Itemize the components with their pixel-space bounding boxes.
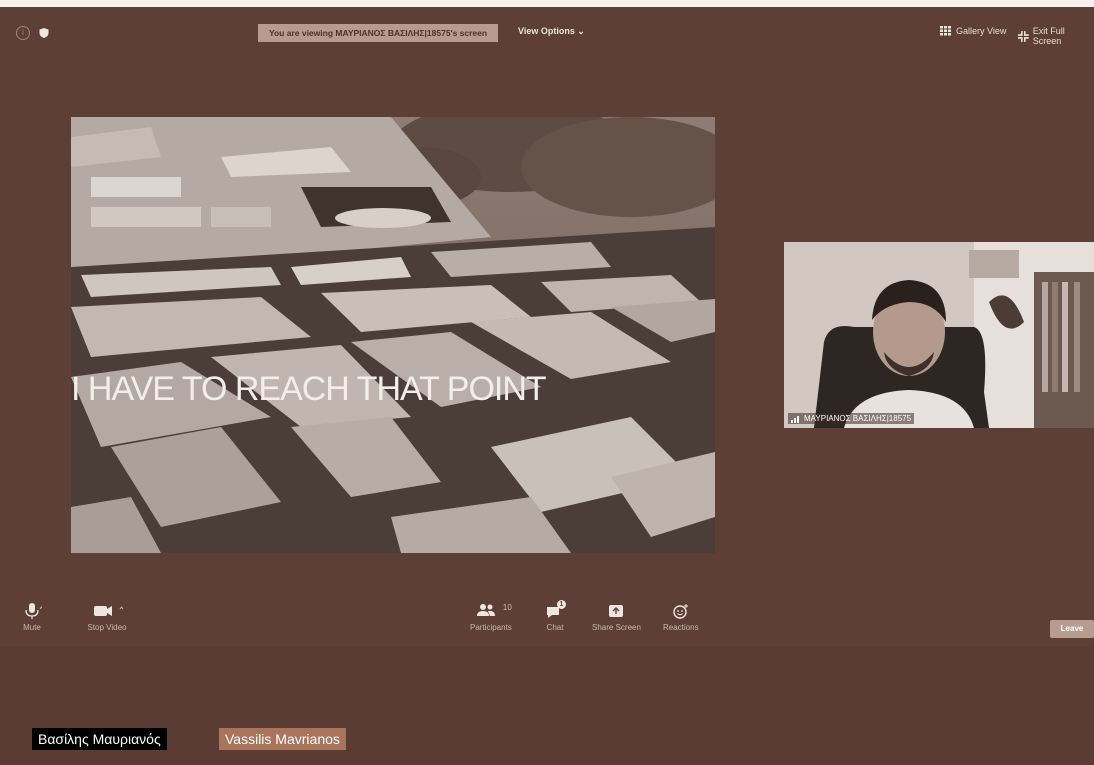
participant-name-label: ΜΑΥΡΙΑΝΟΣ ΒΑΣΙΛΗΣ|18575 bbox=[788, 413, 915, 424]
exit-fullscreen-icon bbox=[1018, 30, 1029, 42]
microphone-icon bbox=[25, 603, 42, 619]
exit-fullscreen-button[interactable]: Exit Full Screen bbox=[1018, 26, 1094, 46]
gallery-view-label: Gallery View bbox=[956, 26, 1007, 36]
top-strip bbox=[0, 0, 1094, 7]
shield-icon[interactable] bbox=[38, 26, 50, 38]
chat-label: Chat bbox=[546, 623, 564, 632]
chat-badge: 1 bbox=[557, 600, 566, 609]
view-options-button[interactable]: View Options ⌄ bbox=[518, 26, 585, 37]
participants-label: Participants bbox=[470, 623, 512, 632]
stop-video-label: Stop Video bbox=[87, 623, 127, 632]
share-screen-button[interactable]: Share Screen bbox=[592, 603, 641, 632]
info-icon[interactable]: i bbox=[16, 26, 30, 40]
gallery-view-button[interactable]: Gallery View bbox=[940, 26, 1006, 36]
participants-icon bbox=[476, 604, 495, 616]
participant-video bbox=[784, 242, 1094, 428]
share-screen-label: Share Screen bbox=[592, 623, 641, 632]
video-camera-icon bbox=[94, 606, 124, 616]
shared-screen-caption: I HAVE TO REACH THAT POINT bbox=[71, 370, 547, 408]
viewing-banner: You are viewing ΜΑΥΡΙΑΝΟΣ ΒΑΣΙΛΗΣ|18575'… bbox=[258, 24, 498, 42]
signal-icon bbox=[791, 415, 799, 423]
mute-label: Mute bbox=[23, 623, 41, 632]
name-tag-latin: Vassilis Mavrianos bbox=[219, 728, 346, 750]
exit-fullscreen-label: Exit Full Screen bbox=[1032, 26, 1065, 46]
reactions-button[interactable]: Reactions bbox=[663, 603, 699, 632]
participant-name: ΜΑΥΡΙΑΝΟΣ ΒΑΣΙΛΗΣ|18575 bbox=[804, 414, 912, 423]
self-video-tile[interactable]: ΜΑΥΡΙΑΝΟΣ ΒΑΣΙΛΗΣ|18575 bbox=[784, 242, 1094, 428]
gallery-icon bbox=[940, 26, 951, 36]
participants-button[interactable]: 10 Participants bbox=[470, 603, 512, 632]
chat-button[interactable]: 1 Chat bbox=[543, 600, 567, 632]
participants-count: 10 bbox=[502, 603, 512, 612]
stop-video-button[interactable]: Stop Video bbox=[84, 603, 130, 632]
reactions-label: Reactions bbox=[663, 623, 699, 632]
paving-photo bbox=[71, 117, 715, 553]
shared-screen: I HAVE TO REACH THAT POINT bbox=[71, 117, 715, 553]
share-screen-icon bbox=[609, 605, 624, 617]
reactions-icon bbox=[673, 604, 688, 619]
leave-button[interactable]: Leave bbox=[1050, 620, 1094, 638]
mute-button[interactable]: Mute bbox=[22, 603, 42, 632]
name-tag-greek: Βασίλης Μαυριανός bbox=[32, 728, 167, 750]
